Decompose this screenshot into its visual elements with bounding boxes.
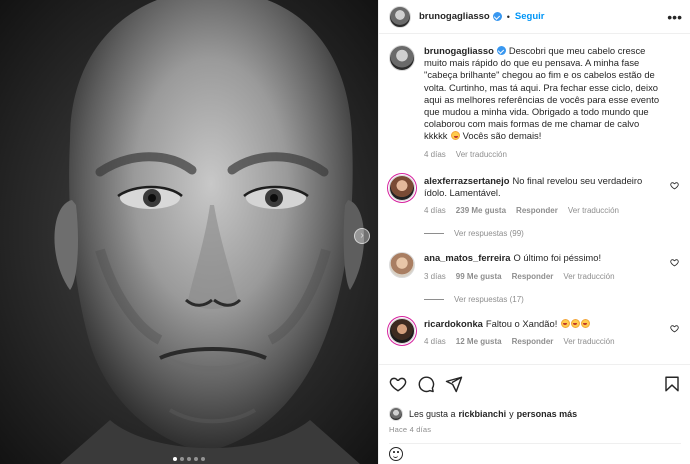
avatar[interactable] bbox=[389, 407, 403, 421]
emoji-icon[interactable] bbox=[389, 446, 403, 461]
avatar[interactable] bbox=[389, 174, 415, 201]
heart-eyes-emoji-icon bbox=[451, 131, 461, 141]
comment-likes[interactable]: 239 Me gusta bbox=[456, 205, 506, 217]
carousel-dot bbox=[187, 457, 191, 461]
comment-time[interactable]: 3 días bbox=[424, 271, 446, 283]
avatar[interactable] bbox=[389, 252, 415, 279]
comment-time[interactable]: 4 días bbox=[424, 205, 446, 217]
follow-button[interactable]: Seguir bbox=[515, 11, 545, 22]
caption-translate[interactable]: Ver traducción bbox=[456, 149, 507, 161]
comment-body: O último foi péssimo! bbox=[513, 252, 602, 264]
heart-icon[interactable] bbox=[670, 324, 679, 333]
caption-time[interactable]: 4 días bbox=[424, 149, 446, 161]
reply-button[interactable]: Responder bbox=[512, 271, 554, 283]
share-icon[interactable] bbox=[445, 375, 463, 393]
comment-item: ricardokonka Faltou o Xandão! 4 días 12 M… bbox=[389, 317, 681, 348]
heart-icon[interactable] bbox=[670, 181, 679, 190]
comment-item: ana_matos_ferreira O último foi péssimo! … bbox=[389, 252, 681, 282]
comment-time[interactable]: 4 días bbox=[424, 336, 446, 348]
post-date[interactable]: Hace 4 días bbox=[389, 425, 681, 434]
caption: brunogagliasso Descobri que meu cabelo cr… bbox=[389, 45, 681, 161]
comment-meta: 4 días 12 Me gusta Responder Ver traducc… bbox=[424, 336, 664, 348]
likes-and: y bbox=[509, 409, 514, 419]
caption-body: Descobri que meu cabelo cresce muito mai… bbox=[424, 45, 660, 142]
comment-meta: 4 días 239 Me gusta Responder Ver traduc… bbox=[424, 205, 664, 217]
action-bar bbox=[389, 365, 681, 403]
heart-icon[interactable] bbox=[389, 375, 407, 393]
comment-username[interactable]: ricardokonka bbox=[424, 318, 483, 329]
verified-badge-icon bbox=[496, 46, 506, 55]
caption-body-end: Vocês são demais! bbox=[462, 130, 542, 142]
caption-username[interactable]: brunogagliasso bbox=[424, 45, 494, 56]
comment-item: alexferrazsertanejo No final revelou seu … bbox=[389, 174, 681, 218]
caption-meta: 4 días Ver traducción bbox=[424, 149, 664, 161]
reply-button[interactable]: Responder bbox=[512, 336, 554, 348]
carousel-dot bbox=[180, 457, 184, 461]
avatar[interactable] bbox=[389, 5, 411, 28]
more-icon[interactable]: ••• bbox=[667, 10, 682, 24]
carousel-dots bbox=[0, 457, 378, 461]
carousel-dot bbox=[201, 457, 205, 461]
avatar[interactable] bbox=[389, 45, 415, 71]
portrait-image bbox=[0, 0, 378, 464]
next-arrow-icon[interactable]: › bbox=[354, 228, 370, 244]
separator-dot: • bbox=[506, 11, 510, 22]
post-photo[interactable]: › bbox=[0, 0, 378, 464]
translate-link[interactable]: Ver traducción bbox=[568, 205, 619, 217]
avatar[interactable] bbox=[389, 317, 415, 344]
reply-button[interactable]: Responder bbox=[516, 205, 558, 217]
heart-icon[interactable] bbox=[670, 258, 679, 267]
caption-text: brunogagliasso Descobri que meu cabelo cr… bbox=[424, 45, 664, 143]
carousel-dot bbox=[173, 457, 177, 461]
bookmark-icon[interactable] bbox=[663, 375, 681, 393]
post-header: brunogagliasso • Seguir ••• bbox=[379, 0, 690, 34]
replies-label[interactable]: Ver respuestas (99) bbox=[454, 229, 524, 238]
comment-username[interactable]: ana_matos_ferreira bbox=[424, 252, 511, 263]
view-replies[interactable]: Ver respuestas (17) bbox=[424, 295, 681, 304]
comments-list[interactable]: brunogagliasso Descobri que meu cabelo cr… bbox=[379, 35, 690, 363]
carousel-dot bbox=[194, 457, 198, 461]
replies-line bbox=[424, 298, 444, 300]
emoji-icon bbox=[570, 318, 580, 328]
comment-meta: 3 días 99 Me gusta Responder Ver traducc… bbox=[424, 271, 664, 283]
translate-link[interactable]: Ver traducción bbox=[563, 336, 614, 348]
post-footer: Les gusta a rickbianchi y personas más H… bbox=[379, 364, 690, 464]
comment-likes[interactable]: 99 Me gusta bbox=[456, 271, 502, 283]
instagram-post: › brunogagliasso • Seguir ••• brunogagli… bbox=[0, 0, 690, 464]
comment-text: alexferrazsertanejo No final revelou seu … bbox=[424, 175, 664, 199]
add-comment-bar[interactable] bbox=[389, 443, 681, 463]
comment-icon[interactable] bbox=[417, 375, 435, 393]
emoji-icon bbox=[580, 318, 590, 328]
likes-summary: Les gusta a rickbianchi y personas más bbox=[389, 407, 681, 421]
verified-badge-icon bbox=[492, 12, 502, 21]
replies-line bbox=[424, 233, 444, 235]
translate-link[interactable]: Ver traducción bbox=[563, 271, 614, 283]
post-username[interactable]: brunogagliasso bbox=[419, 11, 490, 22]
likes-prefix: Les gusta a bbox=[409, 409, 456, 419]
comment-body: Faltou o Xandão! bbox=[485, 317, 558, 329]
replies-label[interactable]: Ver respuestas (17) bbox=[454, 295, 524, 304]
view-replies[interactable]: Ver respuestas (99) bbox=[424, 229, 681, 238]
comment-text: ricardokonka Faltou o Xandão! bbox=[424, 318, 664, 330]
comment-likes[interactable]: 12 Me gusta bbox=[456, 336, 502, 348]
likes-user[interactable]: rickbianchi bbox=[459, 409, 507, 419]
likes-others[interactable]: personas más bbox=[517, 409, 578, 419]
comment-username[interactable]: alexferrazsertanejo bbox=[424, 175, 509, 186]
comment-text: ana_matos_ferreira O último foi péssimo! bbox=[424, 252, 664, 264]
post-sidebar: brunogagliasso • Seguir ••• brunogaglias… bbox=[378, 0, 690, 464]
emoji-icon bbox=[560, 318, 570, 328]
